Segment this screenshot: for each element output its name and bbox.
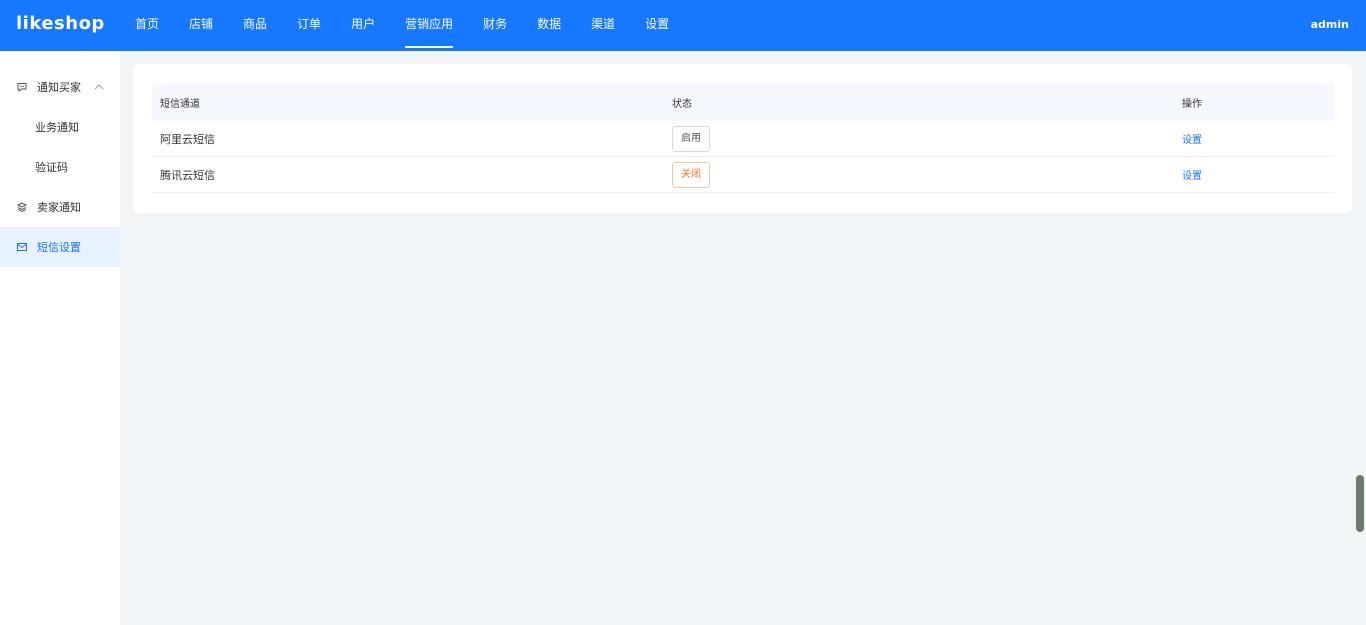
nav-item-users[interactable]: 用户 bbox=[340, 0, 386, 51]
chevron-up-icon bbox=[94, 81, 104, 94]
nav-item-goods[interactable]: 商品 bbox=[232, 0, 278, 51]
nav-item-store[interactable]: 店铺 bbox=[178, 0, 224, 51]
settings-link[interactable]: 设置 bbox=[1182, 167, 1202, 182]
status-cell: 启用 bbox=[672, 121, 710, 156]
sidebar-group-notify-buyer[interactable]: 通知买家 bbox=[0, 67, 120, 107]
action-cell: 设置 bbox=[1182, 157, 1202, 192]
channel-name: 腾讯云短信 bbox=[160, 168, 215, 182]
nav-item-channels[interactable]: 渠道 bbox=[580, 0, 626, 51]
sidebar-item-verification-code[interactable]: 验证码 bbox=[0, 147, 120, 187]
sidebar-item-label: 卖家通知 bbox=[37, 201, 81, 214]
sidebar-item-seller-notice[interactable]: 卖家通知 bbox=[0, 187, 120, 227]
settings-link[interactable]: 设置 bbox=[1182, 131, 1202, 146]
sidebar-group-label: 通知买家 bbox=[37, 81, 81, 94]
nav-item-marketing[interactable]: 营销应用 bbox=[394, 0, 464, 51]
stack-icon bbox=[16, 201, 28, 213]
status-badge: 启用 bbox=[672, 125, 710, 152]
nav-item-home[interactable]: 首页 bbox=[124, 0, 170, 51]
status-badge: 关闭 bbox=[672, 161, 710, 188]
sms-channel-table: 短信通道 状态 操作 阿里云短信 启用 设置 腾讯云短信 关闭 设置 bbox=[152, 83, 1334, 193]
channel-name: 阿里云短信 bbox=[160, 132, 215, 146]
sms-channel-card: 短信通道 状态 操作 阿里云短信 启用 设置 腾讯云短信 关闭 设置 bbox=[133, 64, 1352, 213]
action-cell: 设置 bbox=[1182, 121, 1202, 156]
top-nav: 首页 店铺 商品 订单 用户 营销应用 财务 数据 渠道 设置 bbox=[124, 0, 688, 51]
header-channel: 短信通道 bbox=[160, 98, 200, 110]
sidebar-item-business-notice[interactable]: 业务通知 bbox=[0, 107, 120, 147]
nav-item-finance[interactable]: 财务 bbox=[472, 0, 518, 51]
table-row: 腾讯云短信 关闭 设置 bbox=[152, 157, 1334, 193]
nav-item-data[interactable]: 数据 bbox=[526, 0, 572, 51]
table-row: 阿里云短信 启用 设置 bbox=[152, 121, 1334, 157]
sidebar-item-label: 业务通知 bbox=[35, 121, 79, 134]
mail-icon bbox=[16, 241, 28, 253]
logo[interactable]: likeshop bbox=[16, 13, 105, 34]
sidebar-item-label: 短信设置 bbox=[37, 241, 81, 254]
header-action: 操作 bbox=[1182, 98, 1202, 110]
scrollbar-thumb[interactable] bbox=[1356, 475, 1364, 532]
status-cell: 关闭 bbox=[672, 157, 710, 192]
top-navbar: likeshop 首页 店铺 商品 订单 用户 营销应用 财务 数据 渠道 设置… bbox=[0, 0, 1366, 51]
sidebar: 通知买家 业务通知 验证码 卖家通知 短信设置 bbox=[0, 51, 120, 625]
sidebar-item-sms-settings[interactable]: 短信设置 bbox=[0, 227, 120, 267]
nav-item-settings[interactable]: 设置 bbox=[634, 0, 680, 51]
table-header: 短信通道 状态 操作 bbox=[152, 83, 1334, 121]
sidebar-item-label: 验证码 bbox=[35, 161, 68, 174]
nav-item-orders[interactable]: 订单 bbox=[286, 0, 332, 51]
user-menu[interactable]: admin bbox=[1311, 18, 1349, 31]
chat-bubble-icon bbox=[16, 81, 28, 93]
header-status: 状态 bbox=[672, 98, 692, 110]
